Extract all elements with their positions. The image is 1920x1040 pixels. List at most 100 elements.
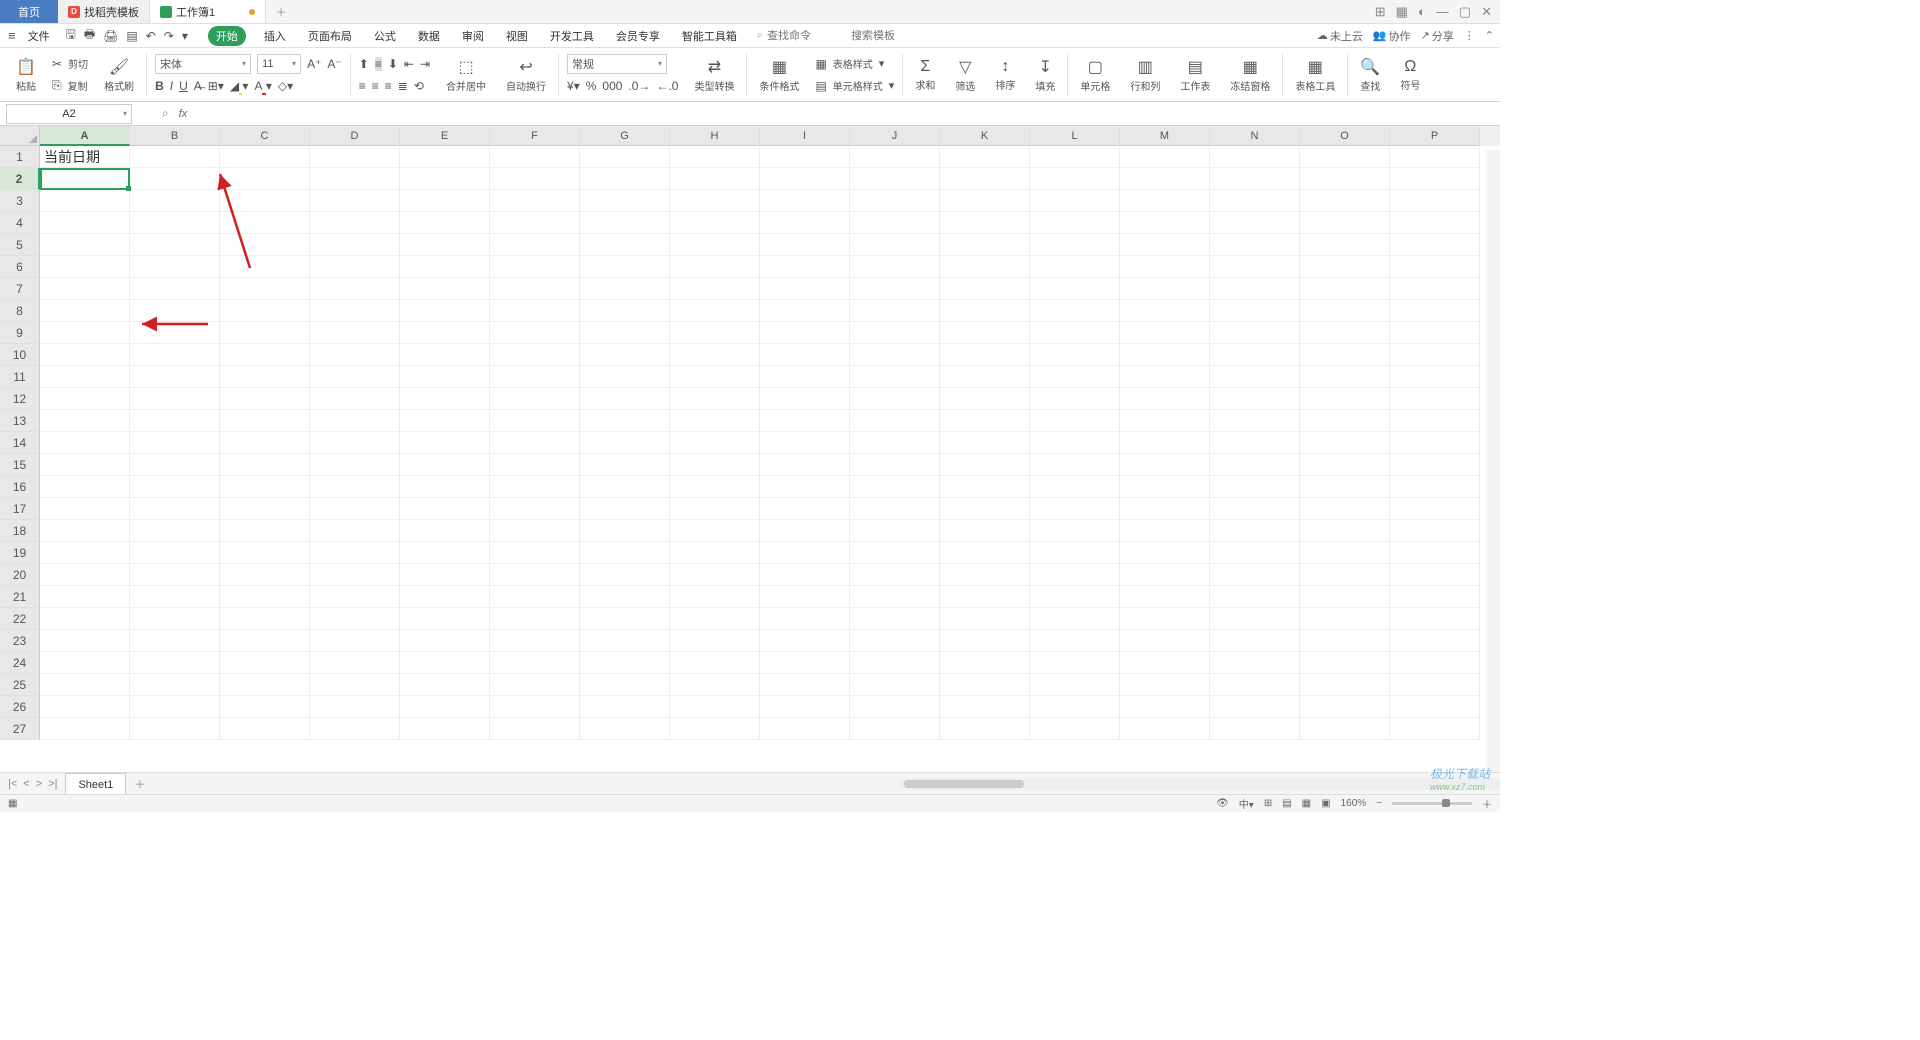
cell-D21[interactable] xyxy=(310,586,400,608)
cell-E12[interactable] xyxy=(400,388,490,410)
clear-format-button[interactable]: ◇▾ xyxy=(278,79,293,93)
cell-A20[interactable] xyxy=(40,564,130,586)
cell-E18[interactable] xyxy=(400,520,490,542)
cell-G19[interactable] xyxy=(580,542,670,564)
table-style-button[interactable]: ▦ xyxy=(815,57,826,71)
column-header-J[interactable]: J xyxy=(850,126,940,146)
cell-D16[interactable] xyxy=(310,476,400,498)
cell-J10[interactable] xyxy=(850,344,940,366)
cell-L12[interactable] xyxy=(1030,388,1120,410)
cell-I19[interactable] xyxy=(760,542,850,564)
tab-docer-templates[interactable]: D 找稻壳模板 xyxy=(58,0,150,23)
tab-workbook1[interactable]: 工作簿1 xyxy=(150,0,266,23)
cell-H25[interactable] xyxy=(670,674,760,696)
cell-K14[interactable] xyxy=(940,432,1030,454)
cell-P23[interactable] xyxy=(1390,630,1480,652)
cell-K13[interactable] xyxy=(940,410,1030,432)
cell-O11[interactable] xyxy=(1300,366,1390,388)
symbol-button[interactable]: Ω符号 xyxy=(1396,58,1424,92)
cell-O17[interactable] xyxy=(1300,498,1390,520)
cell-I12[interactable] xyxy=(760,388,850,410)
cell-A18[interactable] xyxy=(40,520,130,542)
cell-M7[interactable] xyxy=(1120,278,1210,300)
cell-G20[interactable] xyxy=(580,564,670,586)
cell-K12[interactable] xyxy=(940,388,1030,410)
cell-I22[interactable] xyxy=(760,608,850,630)
cell-A4[interactable] xyxy=(40,212,130,234)
cell-I7[interactable] xyxy=(760,278,850,300)
decrease-font-icon[interactable]: A⁻ xyxy=(327,57,341,71)
cell-N3[interactable] xyxy=(1210,190,1300,212)
tab-formulas[interactable]: 公式 xyxy=(370,26,400,46)
row-header-16[interactable]: 16 xyxy=(0,476,40,498)
cell-M6[interactable] xyxy=(1120,256,1210,278)
cell-M14[interactable] xyxy=(1120,432,1210,454)
cell-H24[interactable] xyxy=(670,652,760,674)
cell-O21[interactable] xyxy=(1300,586,1390,608)
row-header-13[interactable]: 13 xyxy=(0,410,40,432)
cell-C16[interactable] xyxy=(220,476,310,498)
cell-C6[interactable] xyxy=(220,256,310,278)
tab-developer[interactable]: 开发工具 xyxy=(546,26,598,46)
cell-L2[interactable] xyxy=(1030,168,1120,190)
cell-N7[interactable] xyxy=(1210,278,1300,300)
cell-G21[interactable] xyxy=(580,586,670,608)
cell-E5[interactable] xyxy=(400,234,490,256)
grid-apps-icon[interactable]: ▦ xyxy=(1396,4,1408,20)
cell-G25[interactable] xyxy=(580,674,670,696)
cell-C19[interactable] xyxy=(220,542,310,564)
cell-G8[interactable] xyxy=(580,300,670,322)
cell-P24[interactable] xyxy=(1390,652,1480,674)
cell-B2[interactable] xyxy=(130,168,220,190)
cell-O16[interactable] xyxy=(1300,476,1390,498)
cell-P1[interactable] xyxy=(1390,146,1480,168)
row-header-1[interactable]: 1 xyxy=(0,146,40,168)
cell-I18[interactable] xyxy=(760,520,850,542)
cell-C21[interactable] xyxy=(220,586,310,608)
cell-L27[interactable] xyxy=(1030,718,1120,740)
cut-button[interactable]: ✂ xyxy=(52,57,62,71)
cell-E8[interactable] xyxy=(400,300,490,322)
cell-M27[interactable] xyxy=(1120,718,1210,740)
cell-H23[interactable] xyxy=(670,630,760,652)
column-header-K[interactable]: K xyxy=(940,126,1030,146)
cell-L1[interactable] xyxy=(1030,146,1120,168)
cell-G10[interactable] xyxy=(580,344,670,366)
row-header-5[interactable]: 5 xyxy=(0,234,40,256)
cell-J21[interactable] xyxy=(850,586,940,608)
cell-A19[interactable] xyxy=(40,542,130,564)
cell-J7[interactable] xyxy=(850,278,940,300)
cell-L15[interactable] xyxy=(1030,454,1120,476)
cell-A24[interactable] xyxy=(40,652,130,674)
share-button[interactable]: ↗ 分享 xyxy=(1421,28,1454,44)
layout-icon[interactable]: ⊞ xyxy=(1375,4,1386,20)
font-name-select[interactable]: 宋体▾ xyxy=(155,54,251,74)
cell-P16[interactable] xyxy=(1390,476,1480,498)
cell-H7[interactable] xyxy=(670,278,760,300)
cell-F12[interactable] xyxy=(490,388,580,410)
cell-C2[interactable] xyxy=(220,168,310,190)
column-header-E[interactable]: E xyxy=(400,126,490,146)
cell-E22[interactable] xyxy=(400,608,490,630)
cell-A10[interactable] xyxy=(40,344,130,366)
cell-E16[interactable] xyxy=(400,476,490,498)
cell-L16[interactable] xyxy=(1030,476,1120,498)
cell-J6[interactable] xyxy=(850,256,940,278)
cell-M9[interactable] xyxy=(1120,322,1210,344)
zoom-in-button[interactable]: ＋ xyxy=(1482,796,1492,811)
percent-icon[interactable]: % xyxy=(586,79,597,93)
cell-P18[interactable] xyxy=(1390,520,1480,542)
cell-E19[interactable] xyxy=(400,542,490,564)
cell-I15[interactable] xyxy=(760,454,850,476)
cell-G2[interactable] xyxy=(580,168,670,190)
cell-A17[interactable] xyxy=(40,498,130,520)
cell-A7[interactable] xyxy=(40,278,130,300)
cell-M13[interactable] xyxy=(1120,410,1210,432)
cell-F4[interactable] xyxy=(490,212,580,234)
cell-D2[interactable] xyxy=(310,168,400,190)
cell-H21[interactable] xyxy=(670,586,760,608)
cloud-status[interactable]: ☁ 未上云 xyxy=(1317,28,1363,44)
cell-F1[interactable] xyxy=(490,146,580,168)
view-page-icon[interactable]: ▤ xyxy=(1282,798,1291,809)
align-center-icon[interactable]: ≡ xyxy=(372,79,379,93)
